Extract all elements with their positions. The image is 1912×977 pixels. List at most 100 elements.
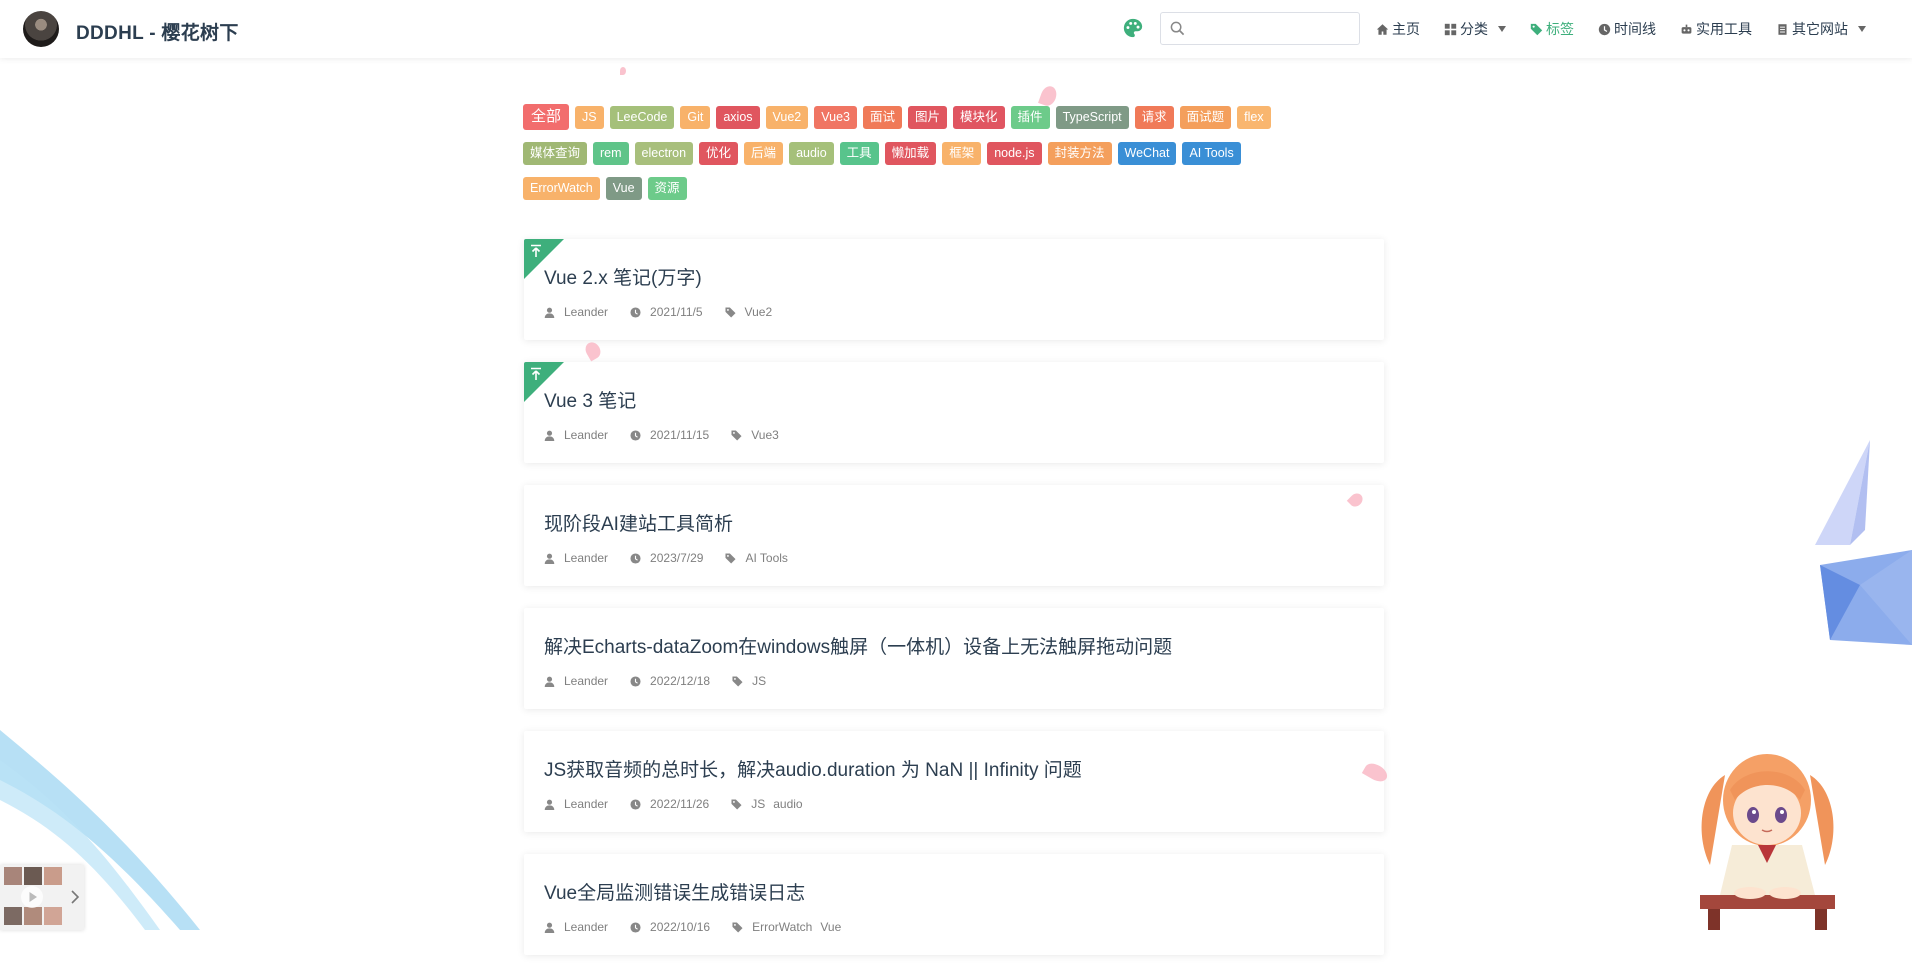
tag-icon	[732, 921, 743, 933]
tag-item[interactable]: Vue	[605, 177, 642, 200]
tag-item[interactable]: 模块化	[953, 106, 1005, 129]
tag-item[interactable]: rem	[593, 142, 629, 165]
nav-item-other-sites[interactable]: 其它网站	[1776, 19, 1866, 39]
post-author[interactable]: Leander	[564, 305, 608, 319]
tag-item[interactable]: Git	[680, 106, 711, 129]
tag-item[interactable]: 面试题	[1179, 106, 1232, 129]
tag-item[interactable]: LeeCode	[609, 106, 675, 129]
post-tag[interactable]: audio	[773, 797, 802, 811]
clock-icon	[630, 429, 641, 441]
nav-item-tools[interactable]: 实用工具	[1680, 19, 1752, 39]
clock-icon	[630, 552, 641, 564]
post-card: JS获取音频的总时长，解决audio.duration 为 NaN || Inf…	[524, 731, 1384, 832]
chevron-down-icon	[1498, 26, 1506, 32]
post-author[interactable]: Leander	[564, 674, 608, 688]
post-title[interactable]: Vue 3 笔记	[544, 386, 636, 413]
tag-item[interactable]: TypeScript	[1055, 106, 1129, 129]
palette-icon[interactable]	[1122, 17, 1144, 39]
tag-item[interactable]: JS	[575, 106, 604, 129]
post-card: 现阶段AI建站工具简析 Leander 2023/7/29 AI Tools	[524, 485, 1384, 586]
tag-item[interactable]: 工具	[839, 142, 879, 165]
tag-item[interactable]: 请求	[1134, 106, 1174, 129]
album-thumbnail	[44, 907, 62, 925]
tag-item[interactable]: WeChat	[1117, 142, 1177, 165]
post-date: 2021/11/5	[650, 305, 703, 319]
post-tag[interactable]: Vue	[820, 920, 841, 934]
site-title[interactable]: DDDHL - 樱花树下	[76, 18, 239, 45]
clock-icon	[630, 798, 641, 810]
post-title[interactable]: Vue全局监测错误生成错误日志	[544, 878, 805, 905]
post-meta: Leander 2021/11/15 Vue3	[544, 428, 809, 442]
tag-item[interactable]: node.js	[987, 142, 1042, 165]
tag-item[interactable]: 优化	[699, 142, 739, 165]
tag-item[interactable]: electron	[634, 142, 694, 165]
nav-item-label: 其它网站	[1792, 21, 1848, 37]
tag-item[interactable]: 框架	[942, 142, 982, 165]
play-icon[interactable]	[20, 885, 44, 909]
tag-item[interactable]: 封装方法	[1047, 142, 1112, 165]
album-thumbnail	[44, 867, 62, 885]
navbar: DDDHL - 樱花树下 主页 分类 标签 时间线 实用工具 其它网站	[0, 0, 1912, 58]
tag-item[interactable]: AI Tools	[1182, 142, 1241, 165]
post-date: 2021/11/15	[650, 428, 710, 442]
tag-item[interactable]: 图片	[908, 106, 948, 129]
tag-item[interactable]: 面试	[863, 106, 903, 129]
tag-icon	[725, 306, 736, 318]
nav-item-tags[interactable]: 标签	[1530, 19, 1574, 39]
search-input[interactable]	[1191, 17, 1355, 42]
post-title[interactable]: 解决Echarts-dataZoom在windows触屏（一体机）设备上无法触屏…	[544, 632, 1172, 659]
post-title[interactable]: Vue 2.x 笔记(万字)	[544, 263, 702, 290]
tag-item[interactable]: 插件	[1010, 106, 1050, 129]
tag-item[interactable]: audio	[789, 142, 834, 165]
post-tag[interactable]: AI Tools	[745, 551, 787, 565]
site-avatar[interactable]	[23, 11, 59, 47]
nav-links: 主页 分类 标签 时间线 实用工具 其它网站	[1376, 0, 1866, 58]
tag-item[interactable]: 资源	[647, 177, 687, 200]
tag-item[interactable]: ErrorWatch	[523, 177, 600, 200]
post-meta: Leander 2022/11/26 JS audio	[544, 797, 833, 811]
post-meta: Leander 2021/11/5 Vue2	[544, 305, 802, 319]
user-icon	[544, 676, 555, 687]
post-tag[interactable]: ErrorWatch	[752, 920, 812, 934]
nav-item-categories[interactable]: 分类	[1444, 19, 1506, 39]
music-player[interactable]	[0, 865, 84, 930]
post-author[interactable]: Leander	[564, 428, 608, 442]
search-box[interactable]	[1160, 12, 1360, 45]
post-title[interactable]: JS获取音频的总时长，解决audio.duration 为 NaN || Inf…	[544, 755, 1082, 782]
tag-item[interactable]: flex	[1237, 106, 1271, 129]
nav-item-timeline[interactable]: 时间线	[1598, 19, 1656, 39]
user-icon	[544, 430, 555, 441]
tag-icon	[732, 675, 743, 687]
tag-item[interactable]: Vue3	[814, 106, 857, 129]
post-title[interactable]: 现阶段AI建站工具简析	[544, 509, 733, 536]
post-author[interactable]: Leander	[564, 797, 608, 811]
nav-item-home[interactable]: 主页	[1376, 19, 1420, 39]
post-tag[interactable]: JS	[752, 674, 766, 688]
tag-icon	[725, 552, 736, 564]
chevron-right-icon[interactable]	[70, 889, 80, 905]
tag-icon	[731, 798, 742, 810]
clock-icon	[630, 306, 641, 318]
tag-item[interactable]: 懒加载	[884, 142, 937, 165]
tag-item[interactable]: 后端	[744, 142, 784, 165]
user-icon	[544, 922, 555, 933]
nav-item-label: 标签	[1546, 21, 1574, 37]
post-meta: Leander 2022/12/18 JS	[544, 674, 796, 688]
post-tag[interactable]: JS	[751, 797, 765, 811]
tag-item[interactable]: 媒体查询	[523, 142, 588, 165]
tag-icon	[1530, 23, 1543, 35]
tag-icon	[731, 429, 742, 441]
tag-item[interactable]: Vue2	[765, 106, 809, 129]
tag-item[interactable]: axios	[716, 106, 760, 129]
user-icon	[544, 307, 555, 318]
post-tag[interactable]: Vue3	[751, 428, 779, 442]
post-tag[interactable]: Vue2	[745, 305, 773, 319]
crystal-decoration	[1815, 440, 1912, 645]
post-author[interactable]: Leander	[564, 920, 608, 934]
mascot-character[interactable]	[1690, 745, 1845, 930]
album-thumbnail	[24, 867, 42, 885]
post-author[interactable]: Leander	[564, 551, 608, 565]
post-meta: Leander 2022/10/16 ErrorWatch Vue	[544, 920, 871, 934]
post-list: Vue 2.x 笔记(万字) Leander 2021/11/5 Vue2 Vu…	[524, 239, 1384, 977]
tag-all[interactable]: 全部	[523, 104, 570, 130]
